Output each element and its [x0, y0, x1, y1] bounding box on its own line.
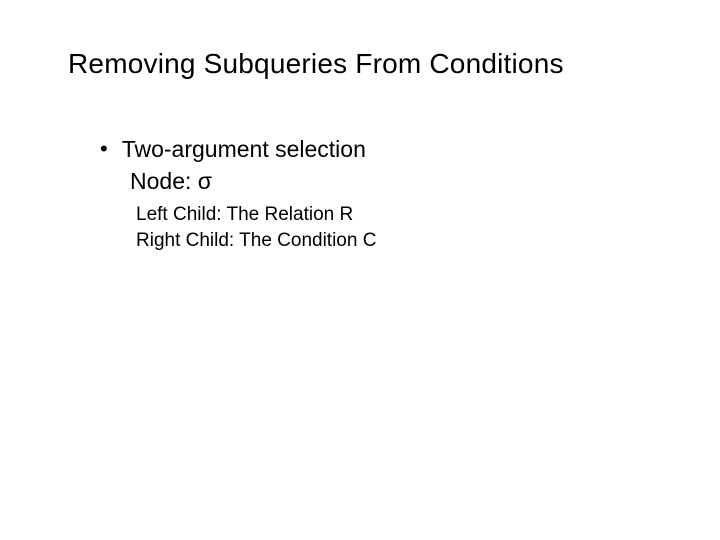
bullet-text: Two-argument selection — [122, 134, 366, 164]
bullet-item: • Two-argument selection — [100, 134, 652, 164]
bullet-marker: • — [100, 134, 108, 164]
slide-container: Removing Subqueries From Conditions • Tw… — [0, 0, 720, 540]
left-child-line: Left Child: The Relation R — [136, 202, 652, 228]
node-line: Node: σ — [130, 166, 652, 196]
slide-title: Removing Subqueries From Conditions — [68, 48, 652, 80]
right-child-line: Right Child: The Condition C — [136, 228, 652, 254]
